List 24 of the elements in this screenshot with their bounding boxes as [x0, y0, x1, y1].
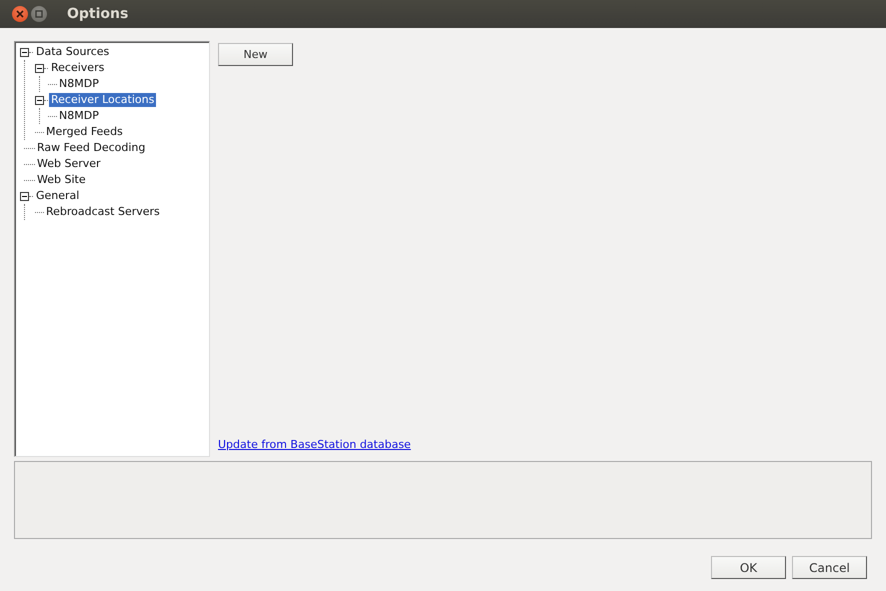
tree-item[interactable]: Web Server [35, 157, 103, 171]
collapse-icon[interactable] [20, 48, 29, 56]
close-icon [16, 10, 24, 18]
tree-item[interactable]: Receivers [49, 61, 106, 75]
tree-item[interactable]: Data Sources [34, 45, 112, 59]
tree-item[interactable]: N8MDP [57, 77, 101, 91]
window-title: Options [67, 6, 128, 22]
collapse-icon[interactable] [35, 96, 44, 104]
tree-item[interactable]: N8MDP [57, 109, 101, 123]
close-button[interactable] [12, 6, 28, 22]
cancel-button[interactable]: Cancel [792, 556, 867, 579]
tree-item[interactable]: Raw Feed Decoding [35, 141, 148, 155]
tree-item[interactable]: General [34, 189, 82, 203]
tree-item[interactable]: Rebroadcast Servers [44, 205, 162, 219]
collapse-icon[interactable] [35, 64, 44, 72]
collapse-icon[interactable] [20, 192, 29, 200]
maximize-icon [35, 10, 43, 18]
update-link[interactable]: Update from BaseStation database [218, 438, 411, 451]
tree-item[interactable]: Receiver Locations [49, 93, 156, 107]
ok-button[interactable]: OK [711, 556, 786, 579]
maximize-button[interactable] [31, 6, 47, 22]
tree-item[interactable]: Merged Feeds [44, 125, 125, 139]
new-button[interactable]: New [218, 43, 293, 66]
tree-item[interactable]: Web Site [35, 173, 88, 187]
